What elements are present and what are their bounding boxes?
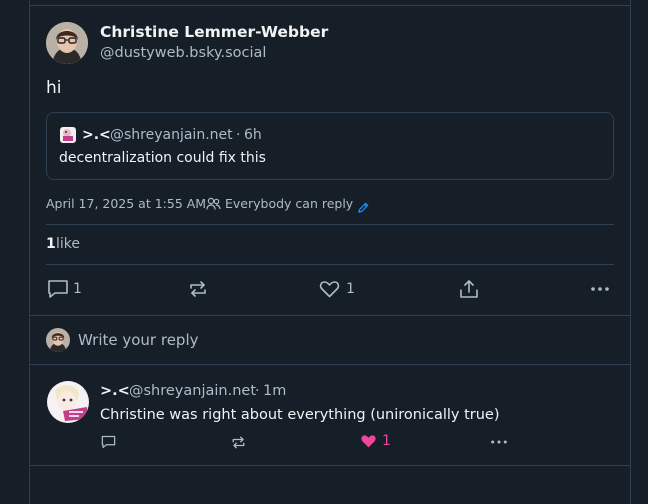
quoted-author-handle: @shreyanjain.net	[110, 127, 233, 143]
repost-button[interactable]	[188, 279, 208, 299]
quoted-separator: ·	[236, 127, 241, 143]
more-icon	[591, 287, 609, 291]
author-display-name[interactable]: Christine Lemmer-Webber	[100, 23, 328, 41]
reply-author-avatar[interactable]	[47, 381, 89, 423]
reply-icon	[48, 280, 68, 298]
reply-count: 1	[73, 281, 82, 297]
likes-count[interactable]: 1	[46, 236, 56, 252]
pencil-icon[interactable]	[358, 198, 369, 217]
heart-filled-icon	[361, 435, 376, 448]
reply-setting-label[interactable]: Everybody can reply	[225, 196, 353, 211]
thread-column: Christine Lemmer-Webber @dustyweb.bsky.s…	[29, 0, 631, 504]
quoted-author-name: >.<	[82, 127, 111, 143]
author-handle[interactable]: @dustyweb.bsky.social	[100, 45, 266, 61]
composer-avatar	[46, 328, 70, 352]
reply-author-handle[interactable]: @shreyanjain.net	[129, 383, 256, 399]
heart-icon	[319, 281, 340, 298]
quoted-post-card[interactable]: >.< @shreyanjain.net · 6h decentralizati…	[46, 112, 614, 180]
divider	[46, 264, 614, 265]
divider	[30, 315, 630, 316]
divider	[30, 364, 630, 365]
more-options-button[interactable]	[590, 279, 610, 299]
reply-like-count: 1	[382, 433, 391, 449]
post-timestamp: April 17, 2025 at 1:55 AM	[46, 196, 207, 211]
reply-repost-button[interactable]	[231, 435, 246, 450]
write-reply-prompt[interactable]: Write your reply	[78, 331, 199, 349]
divider	[30, 465, 630, 466]
reply-text: Christine was right about everything (un…	[100, 407, 500, 423]
quoted-time: 6h	[244, 127, 262, 143]
likes-label[interactable]: like	[56, 236, 80, 252]
reply-icon	[101, 435, 116, 449]
people-icon	[206, 196, 221, 215]
share-icon	[460, 280, 478, 298]
author-avatar[interactable]	[46, 22, 88, 64]
reply-reply-button[interactable]	[101, 435, 116, 449]
reply-author-name[interactable]: >.<	[100, 383, 130, 399]
quoted-author-avatar	[60, 127, 76, 143]
reply-like-button[interactable]: 1	[360, 433, 391, 449]
reply-time: 1m	[263, 383, 287, 399]
repost-icon	[190, 281, 206, 297]
reply-separator: ·	[255, 383, 260, 399]
top-divider	[30, 5, 630, 6]
like-count: 1	[346, 281, 355, 297]
quoted-text: decentralization could fix this	[59, 150, 266, 166]
divider	[46, 224, 614, 225]
reply-button[interactable]: 1	[47, 279, 82, 299]
share-button[interactable]	[459, 279, 479, 299]
post-text: hi	[46, 78, 62, 98]
repost-icon	[232, 436, 245, 449]
reply-more-options-button[interactable]	[490, 435, 508, 449]
like-button[interactable]: 1	[319, 279, 355, 299]
more-icon	[491, 440, 507, 444]
